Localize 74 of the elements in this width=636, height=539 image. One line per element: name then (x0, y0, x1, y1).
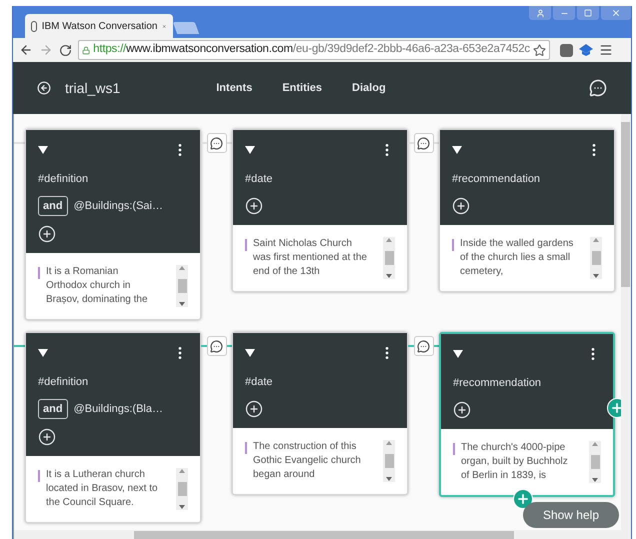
response-text: The church's 4000-pipe organ, built by Buchholz of Berlin in 1839, is (461, 440, 569, 482)
node-condition: #recommendation (452, 172, 542, 187)
response-text: It is a Romanian Orthodox church in Brașov, dominating the (46, 265, 149, 307)
response-text: Saint Nicholas Church was first mentioned at the end of the 13th (253, 236, 367, 278)
node-condition: @Buildings:(Sai… (74, 198, 163, 214)
add-condition-icon[interactable] (245, 196, 263, 214)
plus-icon (610, 401, 621, 415)
text-scrollbar[interactable] (176, 265, 188, 307)
extension-icon[interactable] (560, 44, 573, 56)
node-condition: @Buildings:(Bla… (74, 402, 163, 416)
node-condition: #date (245, 375, 274, 390)
response-text: Inside the walled gardens of the church lies a small cemetery, (460, 236, 574, 278)
workspace-name: trial_ws1 (65, 78, 120, 98)
extension-icon[interactable] (579, 44, 593, 56)
add-condition-icon[interactable] (245, 400, 263, 418)
collapse-caret-icon[interactable] (245, 146, 255, 154)
plus-icon (516, 492, 530, 506)
dialog-node-card[interactable]: #recommendation The church's 4000-pipe organ, built by Buchholz of Berlin in 1839, is (439, 332, 615, 496)
collapse-caret-icon[interactable] (38, 146, 48, 154)
browser-tab[interactable]: IBM Watson Conversation (25, 14, 173, 38)
profile-icon[interactable] (529, 6, 551, 20)
response-bubble-icon[interactable] (206, 336, 226, 356)
bookmark-star-icon[interactable] (533, 44, 546, 56)
vertical-scrollbar[interactable] (621, 114, 631, 539)
back-icon[interactable] (19, 43, 33, 57)
and-operator[interactable]: and (38, 196, 68, 216)
reload-icon[interactable] (59, 44, 72, 56)
url-text: https://www.ibmwatsonconversation.com/eu-gb/39d9def2-2bbb-46a6-a23a-653e2a7452c (93, 42, 530, 58)
collapse-caret-icon[interactable] (453, 350, 463, 358)
text-scrollbar[interactable] (589, 440, 601, 482)
dialog-node-card[interactable]: #definition and @Buildings:(Sai… It is a Romanian Orthodox church in Brașov, dominating the (25, 129, 201, 320)
collapse-caret-icon[interactable] (452, 146, 462, 154)
response-bubble-icon[interactable] (206, 133, 226, 153)
node-condition: #definition (38, 375, 90, 390)
dialog-node-card[interactable]: #recommendation Inside the walled gardens of the church lies a small cemetery, (439, 129, 615, 292)
address-bar[interactable]: https://www.ibmwatsonconversation.com/eu-gb/39d9def2-2bbb-46a6-a23a-653e2a7452c (78, 40, 550, 60)
chat-icon[interactable] (589, 79, 607, 97)
horizontal-scrollbar[interactable] (14, 530, 621, 539)
scroll-down-icon[interactable] (179, 505, 185, 509)
text-scrollbar[interactable] (590, 236, 602, 278)
menu-icon[interactable] (599, 43, 613, 57)
collapse-caret-icon[interactable] (38, 349, 48, 357)
node-condition: #definition (38, 172, 90, 187)
tab-title: IBM Watson Conversation (42, 20, 158, 34)
show-help-button[interactable]: Show help (522, 502, 619, 528)
dialog-node-card[interactable]: #definition and @Buildings:(Bla… It is a Lutheran church located in Brasov, next to the Council Square. (25, 332, 201, 523)
dialog-node-card[interactable]: #date The construction of this Gothic Evangelic church began around (232, 332, 408, 494)
nav-tab[interactable]: Entities (282, 80, 322, 96)
add-condition-icon[interactable] (38, 225, 56, 243)
response-bubble-icon[interactable] (414, 133, 434, 153)
text-scrollbar[interactable] (176, 468, 188, 510)
and-operator[interactable]: and (38, 398, 68, 419)
node-condition: #date (245, 172, 274, 187)
node-condition: #recommendation (453, 376, 542, 391)
site-favicon-icon (31, 20, 37, 32)
lock-icon (82, 44, 90, 56)
text-scrollbar[interactable] (383, 236, 395, 278)
add-condition-icon[interactable] (453, 400, 471, 418)
scroll-down-icon[interactable] (386, 274, 392, 278)
text-scrollbar[interactable] (383, 440, 395, 482)
scroll-down-icon[interactable] (592, 478, 598, 482)
nav-tab[interactable]: Dialog (352, 80, 386, 96)
dialog-node-card[interactable]: #date Saint Nicholas Church was first mentioned at the end of the 13th (232, 129, 408, 292)
add-condition-icon[interactable] (38, 428, 56, 446)
scroll-down-icon[interactable] (593, 274, 599, 278)
back-icon[interactable] (37, 81, 51, 95)
scroll-down-icon[interactable] (386, 476, 392, 480)
response-text: The construction of this Gothic Evangelic church began around (253, 440, 362, 482)
collapse-caret-icon[interactable] (245, 349, 255, 357)
scroll-down-icon[interactable] (179, 302, 185, 306)
nav-tab[interactable]: Intents (216, 80, 252, 96)
add-condition-icon[interactable] (452, 196, 470, 214)
response-text: It is a Lutheran church located in Brasov, next to the Council Square. (46, 468, 159, 510)
response-bubble-icon[interactable] (414, 336, 434, 356)
